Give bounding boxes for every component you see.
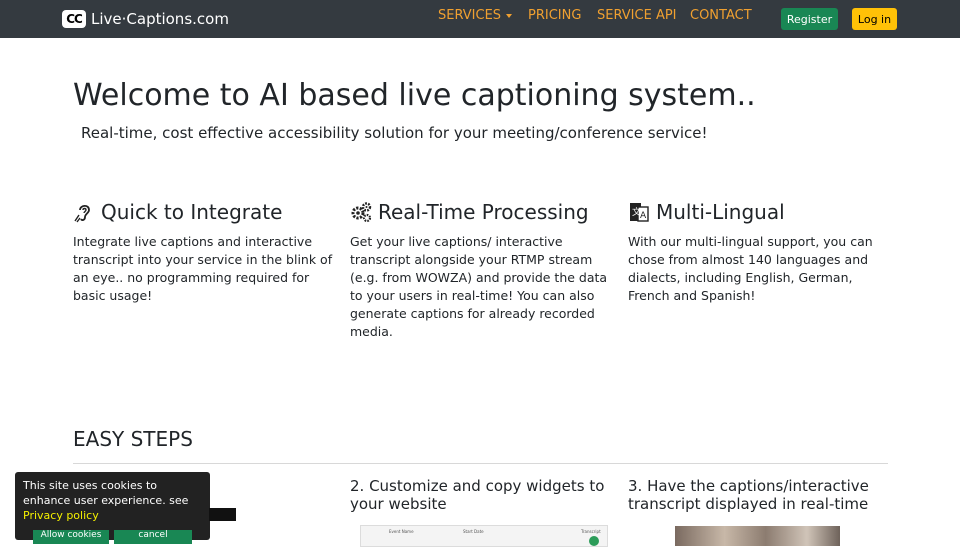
cookie-text: This site uses cookies to enhance user e… xyxy=(23,479,189,507)
widget-column-label: Transcript xyxy=(581,529,601,534)
gears-icon xyxy=(351,202,372,223)
feature-real-time: Real-Time Processing Get your live capti… xyxy=(350,200,610,341)
cookie-close-bar xyxy=(209,508,236,521)
cancel-button[interactable]: cancel xyxy=(114,530,192,544)
nav-service-api[interactable]: SERVICE API xyxy=(597,8,677,24)
feature-multi-lingual: 文 A Multi-Lingual With our multi-lingual… xyxy=(628,200,888,305)
feature-heading: Real-Time Processing xyxy=(350,200,610,224)
feature-heading: 文 A Multi-Lingual xyxy=(628,200,888,224)
feature-quick-integrate: Quick to Integrate Integrate live captio… xyxy=(73,200,333,305)
feature-title: Quick to Integrate xyxy=(101,200,283,224)
page-subtitle: Real-time, cost effective accessibility … xyxy=(81,124,708,142)
feature-heading: Quick to Integrate xyxy=(73,200,333,224)
widget-column-label: Start Date xyxy=(463,529,484,534)
nav-services-label: SERVICES xyxy=(438,8,502,23)
step-display-captions: 3. Have the captions/interactive transcr… xyxy=(628,477,869,513)
chevron-down-icon xyxy=(506,13,513,18)
svg-text:A: A xyxy=(640,211,647,221)
feature-text: With our multi-lingual support, you can … xyxy=(628,234,873,303)
nav-pricing[interactable]: PRICING xyxy=(528,8,581,24)
page-title: Welcome to AI based live captioning syst… xyxy=(73,78,756,113)
feature-text: Integrate live captions and interactive … xyxy=(73,234,333,303)
cc-logo-icon: CC xyxy=(62,10,86,28)
section-title: EASY STEPS xyxy=(73,427,193,451)
captions-preview-image xyxy=(675,526,840,546)
register-button[interactable]: Register xyxy=(781,8,838,30)
brand-name: Live·Captions.com xyxy=(91,10,229,28)
privacy-policy-link[interactable]: Privacy policy xyxy=(23,509,99,522)
step-customize-widgets: 2. Customize and copy widgets to your we… xyxy=(350,477,605,513)
allow-cookies-button[interactable]: Allow cookies xyxy=(33,530,109,544)
widget-column-label: Event Name xyxy=(389,529,414,534)
logo-text: CC xyxy=(66,12,83,26)
top-navbar: CC Live·Captions.com SERVICES PRICING SE… xyxy=(0,0,960,38)
feature-title: Real-Time Processing xyxy=(378,200,589,224)
nav-services[interactable]: SERVICES xyxy=(438,8,513,24)
feature-title: Multi-Lingual xyxy=(656,200,785,224)
language-icon: 文 A xyxy=(630,203,649,222)
login-button[interactable]: Log in xyxy=(852,8,897,30)
widget-preview-image: Event Name Start Date Transcript xyxy=(360,525,608,547)
brand-link[interactable]: CC Live·Captions.com xyxy=(62,8,229,30)
nav-contact[interactable]: CONTACT xyxy=(690,8,752,24)
feature-text: Get your live captions/ interactive tran… xyxy=(350,234,608,339)
cookie-message: This site uses cookies to enhance user e… xyxy=(23,478,202,523)
ear-icon xyxy=(74,204,90,223)
status-dot-icon xyxy=(589,536,599,546)
divider xyxy=(73,463,888,464)
